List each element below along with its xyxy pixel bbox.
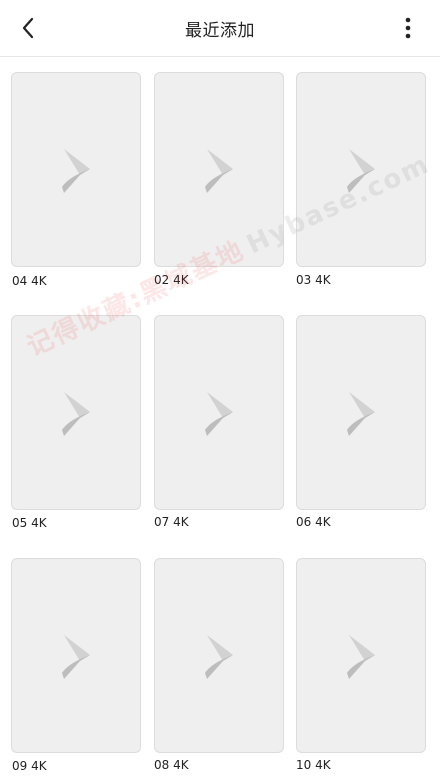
- video-label[interactable]: 06 4K: [296, 515, 331, 529]
- video-thumbnail[interactable]: [154, 558, 284, 753]
- video-thumbnail[interactable]: [296, 558, 426, 753]
- video-label[interactable]: 07 4K: [154, 515, 189, 529]
- play-logo-icon: [62, 149, 90, 193]
- top-app-bar: 最近添加: [0, 0, 440, 57]
- video-thumbnail[interactable]: [11, 72, 141, 267]
- play-logo-icon: [62, 392, 90, 436]
- play-logo-icon: [347, 149, 375, 193]
- video-grid: ·· · ·· · 04 4K 02 4K 03 4K 05 4K: [0, 0, 440, 777]
- play-logo-icon: [347, 392, 375, 436]
- video-thumbnail[interactable]: [11, 315, 141, 510]
- video-thumbnail[interactable]: [154, 72, 284, 267]
- page-title: 最近添加: [185, 21, 255, 41]
- video-label[interactable]: 02 4K: [154, 273, 189, 287]
- play-logo-icon: [62, 635, 90, 679]
- more-options-button[interactable]: [398, 14, 418, 42]
- more-vertical-icon: [405, 17, 411, 39]
- play-logo-icon: [347, 635, 375, 679]
- video-label[interactable]: 05 4K: [12, 516, 47, 530]
- play-logo-icon: [205, 635, 233, 679]
- video-thumbnail[interactable]: [154, 315, 284, 510]
- video-thumbnail[interactable]: [11, 558, 141, 753]
- video-label[interactable]: 08 4K: [154, 758, 189, 772]
- play-logo-icon: [205, 149, 233, 193]
- video-label[interactable]: 04 4K: [12, 274, 47, 288]
- video-thumbnail[interactable]: [296, 72, 426, 267]
- video-thumbnail[interactable]: [296, 315, 426, 510]
- video-label[interactable]: 03 4K: [296, 273, 331, 287]
- play-logo-icon: [205, 392, 233, 436]
- video-label[interactable]: 10 4K: [296, 758, 331, 772]
- video-label[interactable]: 09 4K: [12, 759, 47, 773]
